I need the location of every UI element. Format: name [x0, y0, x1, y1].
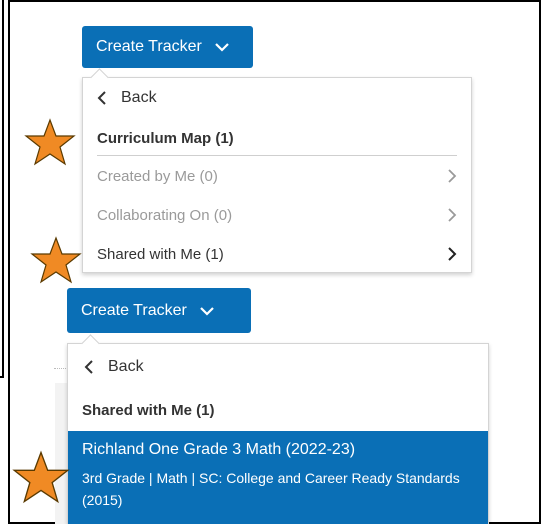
back-label: Back: [121, 89, 157, 106]
chevron-left-icon: [84, 360, 93, 374]
create-tracker-button[interactable]: Create Tracker: [82, 26, 253, 68]
create-tracker-label: Create Tracker: [81, 301, 187, 319]
star-icon: [30, 236, 82, 284]
back-button[interactable]: Back: [97, 88, 471, 108]
menu-heading: Shared with Me (1): [82, 400, 488, 420]
menu-item-label: Shared with Me (1): [97, 245, 224, 263]
menu-item-label: Created by Me (0): [97, 167, 218, 185]
left-frame: [0, 0, 4, 378]
menu-item-shared-with-me[interactable]: Shared with Me (1): [97, 244, 457, 264]
menu-heading-text: Shared with Me (1): [82, 401, 215, 419]
menu-item-created-by-me[interactable]: Created by Me (0): [97, 166, 457, 186]
curriculum-map-title: Richland One Grade 3 Math (2022-23): [82, 441, 356, 458]
create-tracker-button[interactable]: Create Tracker: [67, 288, 251, 333]
chevron-right-icon: [448, 169, 457, 183]
menu-heading: Curriculum Map (1): [97, 128, 471, 148]
chevron-down-icon: [200, 306, 214, 316]
menu-item-collaborating-on[interactable]: Collaborating On (0): [97, 205, 457, 225]
chevron-right-icon: [448, 247, 457, 261]
curriculum-map-details: 3rd Grade | Math | SC: College and Caree…: [82, 470, 460, 508]
back-label: Back: [108, 358, 144, 375]
star-icon: [24, 118, 76, 166]
star-icon: [12, 450, 70, 504]
menu-item-label: Collaborating On (0): [97, 206, 233, 224]
menu-heading-text: Curriculum Map (1): [97, 129, 234, 147]
chevron-right-icon: [448, 208, 457, 222]
chevron-down-icon: [215, 43, 229, 52]
create-tracker-label: Create Tracker: [96, 38, 202, 55]
background-divider: [54, 368, 68, 369]
curriculum-map-item[interactable]: Richland One Grade 3 Math (2022-23) 3rd …: [68, 431, 488, 524]
menu-divider: [97, 155, 457, 156]
chevron-left-icon: [97, 91, 106, 105]
back-button[interactable]: Back: [84, 357, 488, 377]
tracker-dropdown-menu: Back Curriculum Map (1) Created by Me (0…: [82, 68, 472, 273]
tracker-dropdown-menu: Back Shared with Me (1) Richland One Gra…: [67, 334, 489, 524]
